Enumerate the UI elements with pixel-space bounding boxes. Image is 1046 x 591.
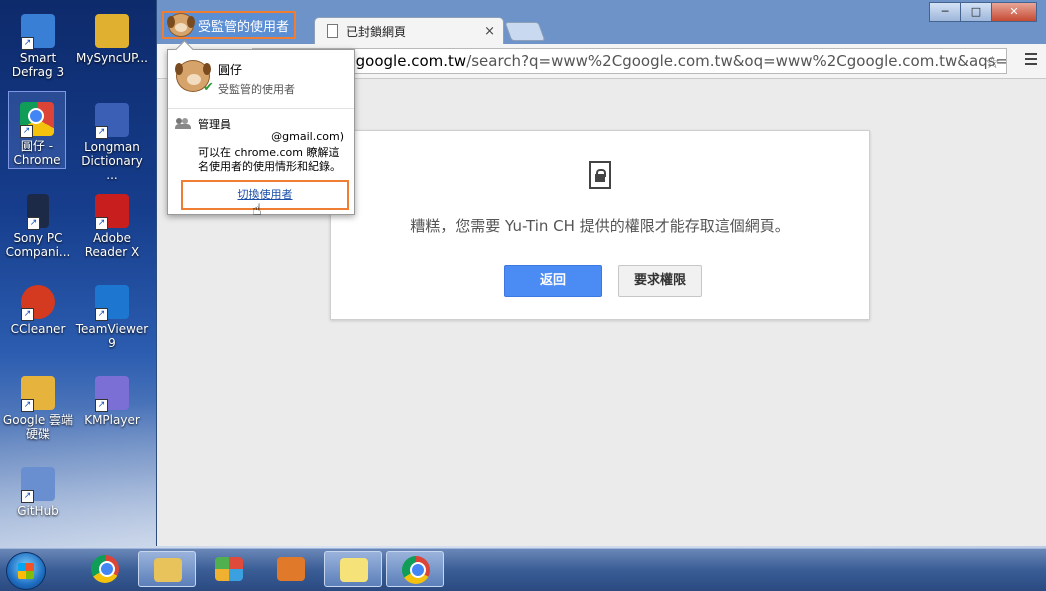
windows-logo-icon: [18, 563, 34, 579]
desktop-icon-sony-pc[interactable]: ↗ Sony PC Compani...: [0, 188, 76, 259]
dog-avatar-icon: [167, 13, 195, 37]
blocked-page-card: 糟糕，您需要 Yu-Tin CH 提供的權限才能存取這個網頁。 返回 要求權限: [330, 130, 870, 320]
back-button[interactable]: 返回: [504, 265, 602, 297]
kmplayer-icon: ↗: [95, 376, 129, 412]
ccleaner-icon: ↗: [21, 285, 55, 321]
profile-status: 受監管的使用者: [218, 83, 295, 96]
taskbar-chrome-profile[interactable]: [386, 551, 444, 587]
desktop-icon-label: KMPlayer: [84, 413, 140, 427]
chrome-menu-icon[interactable]: [1025, 53, 1037, 65]
desktop-icon-google-drive[interactable]: ↗ Google 雲端硬碟: [0, 370, 76, 441]
chrome-profile-icon: [402, 556, 430, 584]
tab-title: 已封鎖網頁: [346, 24, 407, 39]
start-button[interactable]: [6, 552, 46, 590]
desktop-icon-teamviewer[interactable]: ↗ TeamViewer 9: [74, 279, 150, 350]
popup-divider: [168, 108, 354, 109]
hand-cursor-icon: ☝: [252, 200, 262, 219]
desktop-icon-label: Longman Dictionary ...: [81, 140, 143, 182]
switch-user-link[interactable]: 切換使用者: [238, 188, 293, 201]
close-button[interactable]: ✕: [991, 2, 1037, 22]
app-grid-icon: [215, 557, 243, 581]
window-controls: ─ □ ✕: [929, 2, 1037, 22]
tab-close-icon[interactable]: ×: [484, 24, 495, 39]
taskbar-apps[interactable]: [200, 551, 258, 587]
request-permission-button[interactable]: 要求權限: [618, 265, 702, 297]
longman-dictionary-icon: ↗: [95, 103, 129, 139]
desktop-icon-github[interactable]: ↗ GitHub: [0, 461, 76, 518]
people-icon: [175, 118, 191, 129]
minimize-button[interactable]: ─: [929, 2, 961, 22]
desktop-icon-label: CCleaner: [10, 322, 66, 336]
teamviewer-icon: ↗: [95, 285, 129, 321]
taskbar-sticky-notes[interactable]: [324, 551, 382, 587]
maximize-button[interactable]: □: [960, 2, 992, 22]
desktop-icon-label: GitHub: [17, 504, 59, 518]
desktop-icon-ccleaner[interactable]: ↗ CCleaner: [0, 279, 76, 336]
desktop-icon-label: Smart Defrag 3: [11, 51, 65, 79]
desktop-icon-kmplayer[interactable]: ↗ KMPlayer: [74, 370, 150, 427]
desktop-icon-label: MySyncUP...: [76, 51, 148, 65]
taskbar-chrome[interactable]: [76, 551, 134, 587]
desktop-icon-label: Google 雲端硬碟: [2, 413, 74, 441]
blocked-message: 糟糕，您需要 Yu-Tin CH 提供的權限才能存取這個網頁。: [410, 217, 790, 235]
desktop-icon-smart-defrag[interactable]: ↗ Smart Defrag 3: [0, 8, 76, 79]
chrome-profile-icon: ↗: [20, 102, 54, 138]
desktop-icon-chrome-profile[interactable]: ↗ 圓仔 - Chrome: [8, 91, 66, 169]
profile-popup: ✔ 圓仔 受監管的使用者 管理員 @gmail.com) 可以在 chrome.…: [167, 40, 355, 219]
switch-user-box[interactable]: 切換使用者: [181, 180, 349, 210]
lock-icon: [589, 161, 613, 189]
github-icon: ↗: [21, 467, 55, 503]
taskbar: [0, 548, 1046, 591]
desktop-icon-longman[interactable]: ↗ Longman Dictionary ...: [74, 97, 150, 182]
new-tab-button[interactable]: [504, 22, 546, 41]
address-bar[interactable]: w.google.com.tw/search?q=www%2Cgoogle.co…: [252, 48, 1007, 74]
folder-icon: [154, 558, 182, 582]
desktop-icon-adobe-reader[interactable]: ↗ Adobe Reader X: [74, 188, 150, 259]
page-icon: [327, 24, 338, 38]
desktop-icon-label: TeamViewer 9: [75, 322, 149, 350]
supervised-check-icon: ✔: [203, 80, 214, 95]
desktop-icon-label: Adobe Reader X: [84, 231, 140, 259]
profile-name: 圓仔: [218, 63, 243, 77]
chrome-icon: [91, 555, 119, 583]
profile-button[interactable]: 受監管的使用者: [162, 11, 296, 39]
admin-email: @gmail.com): [271, 130, 344, 143]
taskbar-media[interactable]: [262, 551, 320, 587]
adobe-reader-icon: ↗: [95, 194, 129, 230]
bookmark-star-icon[interactable]: ☆: [985, 51, 1000, 73]
tab-blocked-page[interactable]: 已封鎖網頁 ×: [314, 17, 504, 44]
sony-pc-companion-icon: ↗: [27, 194, 49, 230]
taskbar-explorer[interactable]: [138, 551, 196, 587]
smart-defrag-icon: ↗: [21, 14, 55, 50]
admin-info-text: 可以在 chrome.com 瞭解這名使用者的使用情形和紀錄。: [198, 146, 341, 173]
media-player-icon: [277, 557, 305, 581]
url-host: w.google.com.tw: [340, 52, 467, 70]
sticky-notes-icon: [340, 558, 368, 582]
google-drive-icon: ↗: [21, 376, 55, 412]
url-path: /search?q=www%2Cgoogle.com.tw&oq=www%2Cg…: [466, 52, 1007, 70]
profile-button-label: 受監管的使用者: [198, 19, 290, 35]
folder-icon: [95, 14, 129, 48]
desktop-icon-label: Sony PC Compani...: [5, 231, 71, 259]
desktop-icon-label: 圓仔 - Chrome: [13, 139, 61, 167]
desktop-icon-mysyncup[interactable]: MySyncUP...: [74, 8, 150, 65]
title-bar: 受監管的使用者 已封鎖網頁 × ─ □ ✕: [157, 0, 1046, 44]
